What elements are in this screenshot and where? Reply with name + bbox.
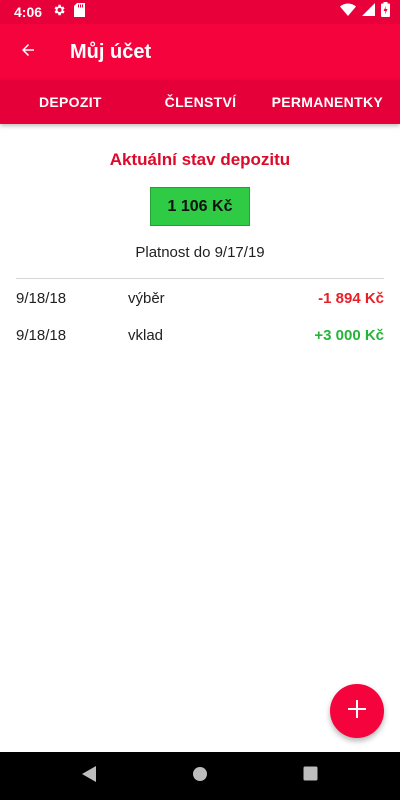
divider [16,278,384,279]
nav-recents-button[interactable] [300,766,320,786]
status-time: 4:06 [14,4,43,20]
balance-value: 1 106 Kč [167,197,233,215]
wifi-icon [340,3,356,21]
back-button[interactable] [0,24,56,80]
app-bar: Můj účet [0,24,400,80]
transaction-type: výběr [128,290,165,307]
transaction-row: 9/18/18 výběr -1 894 Kč [0,280,400,317]
transaction-amount: -1 894 Kč [318,290,384,307]
transaction-type: vklad [128,327,164,344]
transaction-amount: +3 000 Kč [314,327,384,344]
deposit-title: Aktuální stav depozitu [109,150,291,169]
transaction-date: 9/18/18 [16,327,67,344]
system-nav-bar [0,752,400,800]
validity-text: Platnost do 9/17/19 [135,244,265,261]
tab-permanentky[interactable]: PERMANENTKY [263,80,400,124]
page-title: Můj účet [70,40,152,63]
transaction-date: 9/18/18 [16,290,67,307]
tab-clenstvi[interactable]: ČLENSTVÍ [138,80,263,124]
balance-badge: 1 106 Kč [150,187,250,226]
plus-icon [348,699,366,723]
status-bar: 4:06 [0,0,400,24]
transaction-row: 9/18/18 vklad +3 000 Kč [0,317,400,354]
nav-home-icon [192,766,208,787]
tab-bar: DEPOZIT ČLENSTVÍ PERMANENTKY [0,80,400,124]
status-right-icons [340,2,390,22]
nav-recents-icon [303,766,318,786]
nav-back-icon [81,765,97,788]
add-fab-button[interactable] [330,684,384,738]
transaction-list: 9/18/18 výběr -1 894 Kč 9/18/18 vklad +3… [0,280,400,354]
battery-icon [381,2,390,22]
signal-icon [362,3,375,21]
nav-back-button[interactable] [79,765,99,788]
sd-card-icon [74,2,86,22]
tab-depozit[interactable]: DEPOZIT [0,80,138,124]
arrow-back-icon [19,41,37,64]
gear-icon [52,3,66,22]
status-left-icons [52,2,86,22]
nav-home-button[interactable] [190,766,210,786]
